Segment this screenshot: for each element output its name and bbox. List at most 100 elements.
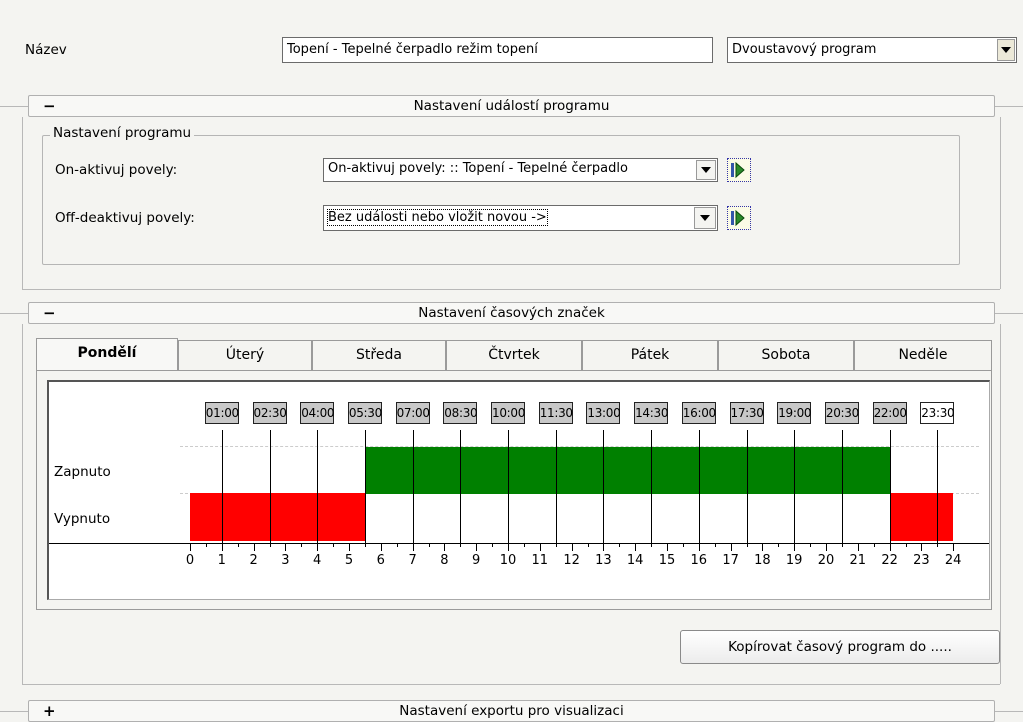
axis-minor-tick bbox=[841, 543, 843, 547]
events-section-title: Nastavení událostí programu bbox=[413, 98, 610, 114]
row-label-off: Vypnuto bbox=[54, 511, 111, 527]
axis-tick-label: 5 bbox=[344, 553, 354, 568]
axis-tick-label: 16 bbox=[690, 553, 708, 568]
axis-tick-label: 9 bbox=[472, 553, 481, 568]
time-mark-label[interactable]: 19:00 bbox=[777, 402, 812, 424]
tab-streda[interactable]: Středa bbox=[312, 340, 446, 370]
axis-tick-label: 7 bbox=[408, 553, 417, 568]
time-mark-label[interactable]: 05:30 bbox=[347, 402, 382, 424]
axis-major-tick bbox=[190, 543, 191, 551]
time-mark-label[interactable]: 23:30 bbox=[920, 402, 955, 424]
axis-major-tick bbox=[730, 543, 732, 551]
axis-minor-tick bbox=[810, 543, 812, 547]
off-interval-bar[interactable] bbox=[889, 493, 954, 541]
axis-minor-tick bbox=[428, 543, 430, 547]
time-mark-line[interactable] bbox=[603, 430, 605, 543]
chevron-down-icon[interactable] bbox=[696, 160, 716, 180]
axis-major-tick bbox=[412, 543, 414, 551]
axis-major-tick bbox=[508, 543, 509, 551]
tab-utery[interactable]: Úterý bbox=[178, 340, 312, 370]
axis-major-tick bbox=[317, 543, 319, 551]
time-mark-label[interactable]: 08:30 bbox=[443, 402, 478, 424]
axis-major-tick bbox=[285, 543, 287, 551]
axis-tick-label: 12 bbox=[563, 553, 580, 568]
axis-minor-tick bbox=[523, 543, 525, 547]
time-mark-label[interactable]: 20:30 bbox=[824, 402, 859, 424]
off-commands-select[interactable]: Bez události nebo vložit novou -> bbox=[323, 205, 718, 231]
axis-minor-tick bbox=[682, 543, 684, 547]
time-mark-label[interactable]: 11:30 bbox=[538, 402, 573, 424]
time-mark-line[interactable] bbox=[317, 430, 319, 543]
tab-patek[interactable]: Pátek bbox=[582, 340, 718, 370]
time-mark-line[interactable] bbox=[746, 430, 748, 543]
copy-program-button[interactable]: Kopírovat časový program do ..... bbox=[680, 630, 1000, 664]
time-mark-line[interactable] bbox=[221, 430, 223, 543]
tab-sobota[interactable]: Sobota bbox=[718, 340, 854, 370]
time-mark-line[interactable] bbox=[412, 430, 414, 543]
export-section-header[interactable]: + Nastavení exportu pro visualizaci bbox=[28, 700, 995, 722]
axis-major-tick bbox=[603, 543, 605, 551]
program-type-value: Dvoustavový program bbox=[732, 42, 877, 57]
add-event-icon[interactable] bbox=[727, 206, 751, 230]
axis-tick-label: 13 bbox=[595, 553, 612, 568]
time-section-header[interactable]: − Nastavení časových značek bbox=[28, 302, 995, 324]
time-mark-label[interactable]: 02:30 bbox=[252, 402, 287, 424]
axis-minor-tick bbox=[269, 543, 271, 547]
time-mark-label[interactable]: 14:30 bbox=[634, 402, 668, 424]
axis-minor-tick bbox=[205, 543, 207, 547]
time-mark-line[interactable] bbox=[555, 430, 557, 543]
tab-pondeli[interactable]: Pondělí bbox=[36, 338, 178, 371]
off-commands-label: Off-deaktivuj povely: bbox=[55, 210, 195, 226]
program-name-input[interactable]: Topení - Tepelné čerpadlo režim topení bbox=[282, 37, 713, 63]
events-section-header[interactable]: − Nastavení událostí programu bbox=[28, 95, 995, 117]
off-commands-value: Bez události nebo vložit novou -> bbox=[327, 209, 548, 226]
axis-tick-label: 6 bbox=[376, 553, 385, 568]
time-mark-line[interactable] bbox=[889, 430, 891, 543]
axis-tick-label: 19 bbox=[785, 553, 803, 568]
time-mark-line[interactable] bbox=[269, 430, 271, 543]
axis-major-tick bbox=[539, 543, 541, 551]
time-mark-line[interactable] bbox=[364, 430, 366, 543]
time-mark-line[interactable] bbox=[794, 430, 796, 543]
time-mark-label[interactable]: 22:00 bbox=[872, 402, 907, 424]
axis-tick-label: 20 bbox=[817, 553, 835, 568]
time-mark-line[interactable] bbox=[937, 430, 939, 543]
tab-nedele[interactable]: Neděle bbox=[854, 340, 992, 370]
time-mark-label[interactable]: 04:00 bbox=[300, 402, 335, 424]
add-event-icon[interactable] bbox=[727, 158, 751, 182]
off-interval-bar[interactable] bbox=[190, 493, 365, 541]
on-commands-select[interactable]: On-aktivuj povely: :: Topení - Tepelné č… bbox=[323, 158, 718, 182]
time-mark-line[interactable] bbox=[841, 430, 843, 543]
time-mark-line[interactable] bbox=[460, 430, 462, 543]
time-mark-line[interactable] bbox=[508, 430, 509, 543]
axis-minor-tick bbox=[651, 543, 653, 547]
axis-tick-label: 21 bbox=[849, 553, 867, 568]
on-interval-bar[interactable] bbox=[364, 447, 890, 494]
axis-major-tick bbox=[444, 543, 446, 551]
axis-minor-tick bbox=[937, 543, 939, 547]
chevron-down-icon[interactable] bbox=[694, 207, 716, 229]
axis-minor-tick bbox=[905, 543, 907, 547]
program-type-select[interactable]: Dvoustavový program bbox=[727, 37, 1017, 63]
tab-ctvrtek[interactable]: Čtvrtek bbox=[446, 340, 582, 370]
axis-tick-label: 3 bbox=[281, 553, 290, 568]
axis-major-tick bbox=[698, 543, 700, 551]
time-mark-label[interactable]: 07:00 bbox=[395, 402, 430, 424]
time-mark-label[interactable]: 13:00 bbox=[586, 402, 621, 424]
axis-major-tick bbox=[571, 543, 573, 551]
time-mark-line[interactable] bbox=[651, 430, 653, 543]
axis-major-tick bbox=[221, 543, 223, 551]
axis-tick-label: 15 bbox=[658, 553, 676, 568]
program-settings-title: Nastavení programu bbox=[50, 125, 195, 141]
time-mark-label[interactable]: 16:00 bbox=[681, 402, 716, 424]
axis-minor-tick bbox=[714, 543, 716, 547]
time-mark-label[interactable]: 17:30 bbox=[729, 402, 764, 424]
row-label-on: Zapnuto bbox=[54, 464, 111, 480]
time-mark-label[interactable]: 01:00 bbox=[204, 402, 239, 424]
axis-major-tick bbox=[953, 543, 955, 551]
time-mark-label[interactable]: 10:00 bbox=[491, 402, 525, 424]
axis-major-tick bbox=[921, 543, 923, 551]
time-mark-line[interactable] bbox=[698, 430, 700, 543]
chevron-down-icon[interactable] bbox=[997, 39, 1015, 61]
timeline-chart[interactable]: Zapnuto Vypnuto 0 1 2 3 4 5 6 7 8 9 10 11 12 13 14 15 16… bbox=[47, 380, 990, 600]
